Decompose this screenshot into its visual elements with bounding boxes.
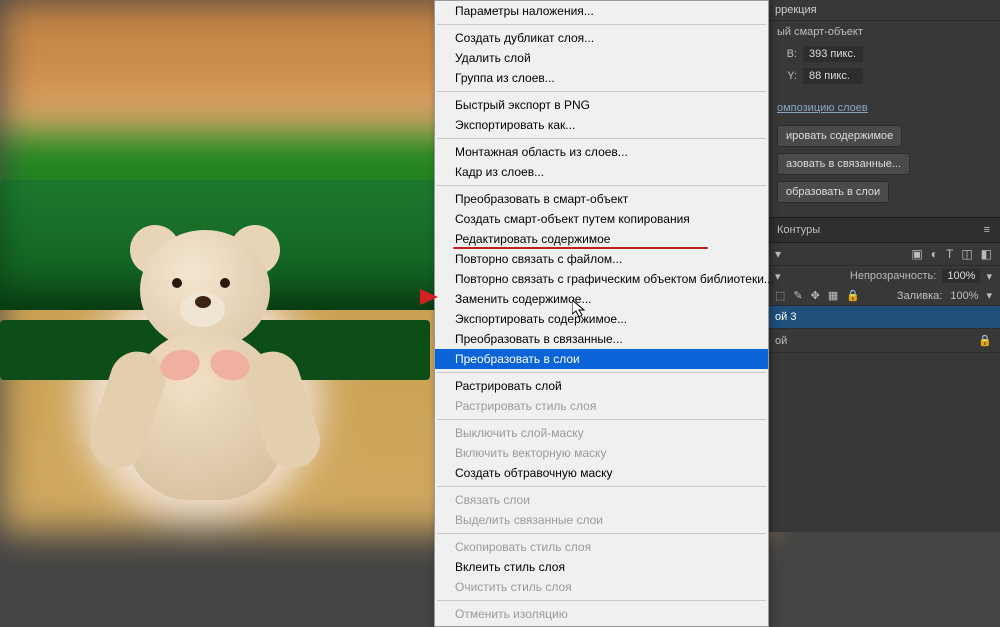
annotation-arrow — [420, 289, 438, 305]
menu-item[interactable]: Удалить слой — [435, 48, 768, 68]
smart-object-type: ый смарт-объект — [767, 21, 1000, 43]
menu-item[interactable]: Монтажная область из слоев... — [435, 142, 768, 162]
menu-item: Отменить изоляцию — [435, 604, 768, 624]
lock-nest-icon[interactable]: ▦ — [828, 289, 838, 302]
menu-item[interactable]: Экспортировать как... — [435, 115, 768, 135]
menu-separator — [437, 138, 766, 139]
menu-item[interactable]: Повторно связать с файлом... — [435, 249, 768, 269]
mask-icon[interactable]: ◐ — [931, 247, 938, 261]
right-panels: ррекция ый смарт-объект В: 393 пикс. Y: … — [767, 0, 1000, 532]
menu-separator — [437, 533, 766, 534]
menu-item[interactable]: Параметры наложения... — [435, 1, 768, 21]
width-value[interactable]: 393 пикс. — [803, 46, 863, 62]
menu-item[interactable]: Группа из слоев... — [435, 68, 768, 88]
menu-item[interactable]: Преобразовать в смарт-объект — [435, 189, 768, 209]
opacity-value[interactable]: 100% — [942, 269, 980, 283]
menu-separator — [437, 24, 766, 25]
opacity-dropdown-icon[interactable]: ▾ — [986, 270, 992, 283]
convert-layers-button[interactable]: образовать в слои — [777, 181, 889, 203]
layer-comp-link[interactable]: омпозицию слоев — [767, 97, 1000, 119]
menu-item: Очистить стиль слоя — [435, 577, 768, 597]
menu-item[interactable]: Преобразовать в связанные... — [435, 329, 768, 349]
menu-item[interactable]: Экспортировать содержимое... — [435, 309, 768, 329]
layer-context-menu: Параметры наложения... Создать дубликат с… — [434, 0, 769, 627]
fill-dropdown-icon[interactable]: ▾ — [986, 289, 992, 302]
smartobj-icon[interactable]: ◧ — [981, 247, 992, 261]
menu-item: Выключить слой-маску — [435, 423, 768, 443]
menu-separator — [437, 372, 766, 373]
menu-item[interactable]: Растрировать слой — [435, 376, 768, 396]
shape-icon[interactable]: ◫ — [961, 247, 972, 261]
menu-item[interactable]: Преобразовать в слои — [435, 349, 768, 369]
lock-move-icon[interactable]: ✥ — [811, 289, 820, 302]
search-icon[interactable]: ▾ — [775, 247, 781, 261]
menu-item: Скопировать стиль слоя — [435, 537, 768, 557]
menu-separator — [437, 185, 766, 186]
menu-separator — [437, 91, 766, 92]
menu-item[interactable]: Создать дубликат слоя... — [435, 28, 768, 48]
menu-item[interactable]: Создать смарт-объект путем копирования — [435, 209, 768, 229]
panel-menu-icon[interactable]: ≡ — [984, 224, 990, 236]
mouse-cursor — [572, 300, 586, 318]
layer-row-3[interactable]: ой 3 — [767, 306, 1000, 329]
width-label: В: — [777, 48, 797, 60]
contours-tab[interactable]: Контуры — [777, 224, 820, 236]
menu-item[interactable]: Создать обтравочную маску — [435, 463, 768, 483]
menu-separator — [437, 486, 766, 487]
menu-item: Выделить связанные слои — [435, 510, 768, 530]
menu-item[interactable]: Редактировать содержимое — [435, 229, 768, 249]
menu-item[interactable]: Заменить содержимое... — [435, 289, 768, 309]
layer-row-bg[interactable]: ой 🔒 — [767, 329, 1000, 353]
menu-item[interactable]: Повторно связать с графическим объектом … — [435, 269, 768, 289]
layer-name-bg: ой — [775, 335, 787, 347]
lock-brush-icon[interactable]: ✎ — [793, 289, 802, 302]
lock-all-icon[interactable]: 🔒 — [846, 289, 860, 302]
fill-value[interactable]: 100% — [950, 290, 978, 302]
menu-item: Растрировать стиль слоя — [435, 396, 768, 416]
menu-item: Включить векторную маску — [435, 443, 768, 463]
lock-icon: 🔒 — [978, 334, 992, 347]
fill-label: Заливка: — [897, 290, 942, 302]
menu-item: Связать слои — [435, 490, 768, 510]
correction-tab[interactable]: ррекция — [767, 0, 1000, 21]
convert-linked-button[interactable]: азовать в связанные... — [777, 153, 910, 175]
opacity-label: Непрозрачность: — [850, 270, 936, 282]
lock-image-icon[interactable]: ⬚ — [775, 289, 785, 302]
menu-separator — [437, 419, 766, 420]
text-icon[interactable]: T — [946, 247, 953, 261]
image-icon[interactable]: ▣ — [911, 247, 922, 261]
menu-item[interactable]: Быстрый экспорт в PNG — [435, 95, 768, 115]
layer-name-3: ой 3 — [775, 311, 796, 323]
height-value[interactable]: 88 пикс. — [803, 68, 863, 84]
teddy-bear — [80, 230, 330, 510]
height-label: Y: — [777, 70, 797, 82]
menu-item[interactable]: Кадр из слоев... — [435, 162, 768, 182]
menu-separator — [437, 600, 766, 601]
blend-mode-dropdown[interactable]: ▾ — [775, 270, 781, 283]
menu-item[interactable]: Вклеить стиль слоя — [435, 557, 768, 577]
edit-contents-button[interactable]: ировать содержимое — [777, 125, 902, 147]
